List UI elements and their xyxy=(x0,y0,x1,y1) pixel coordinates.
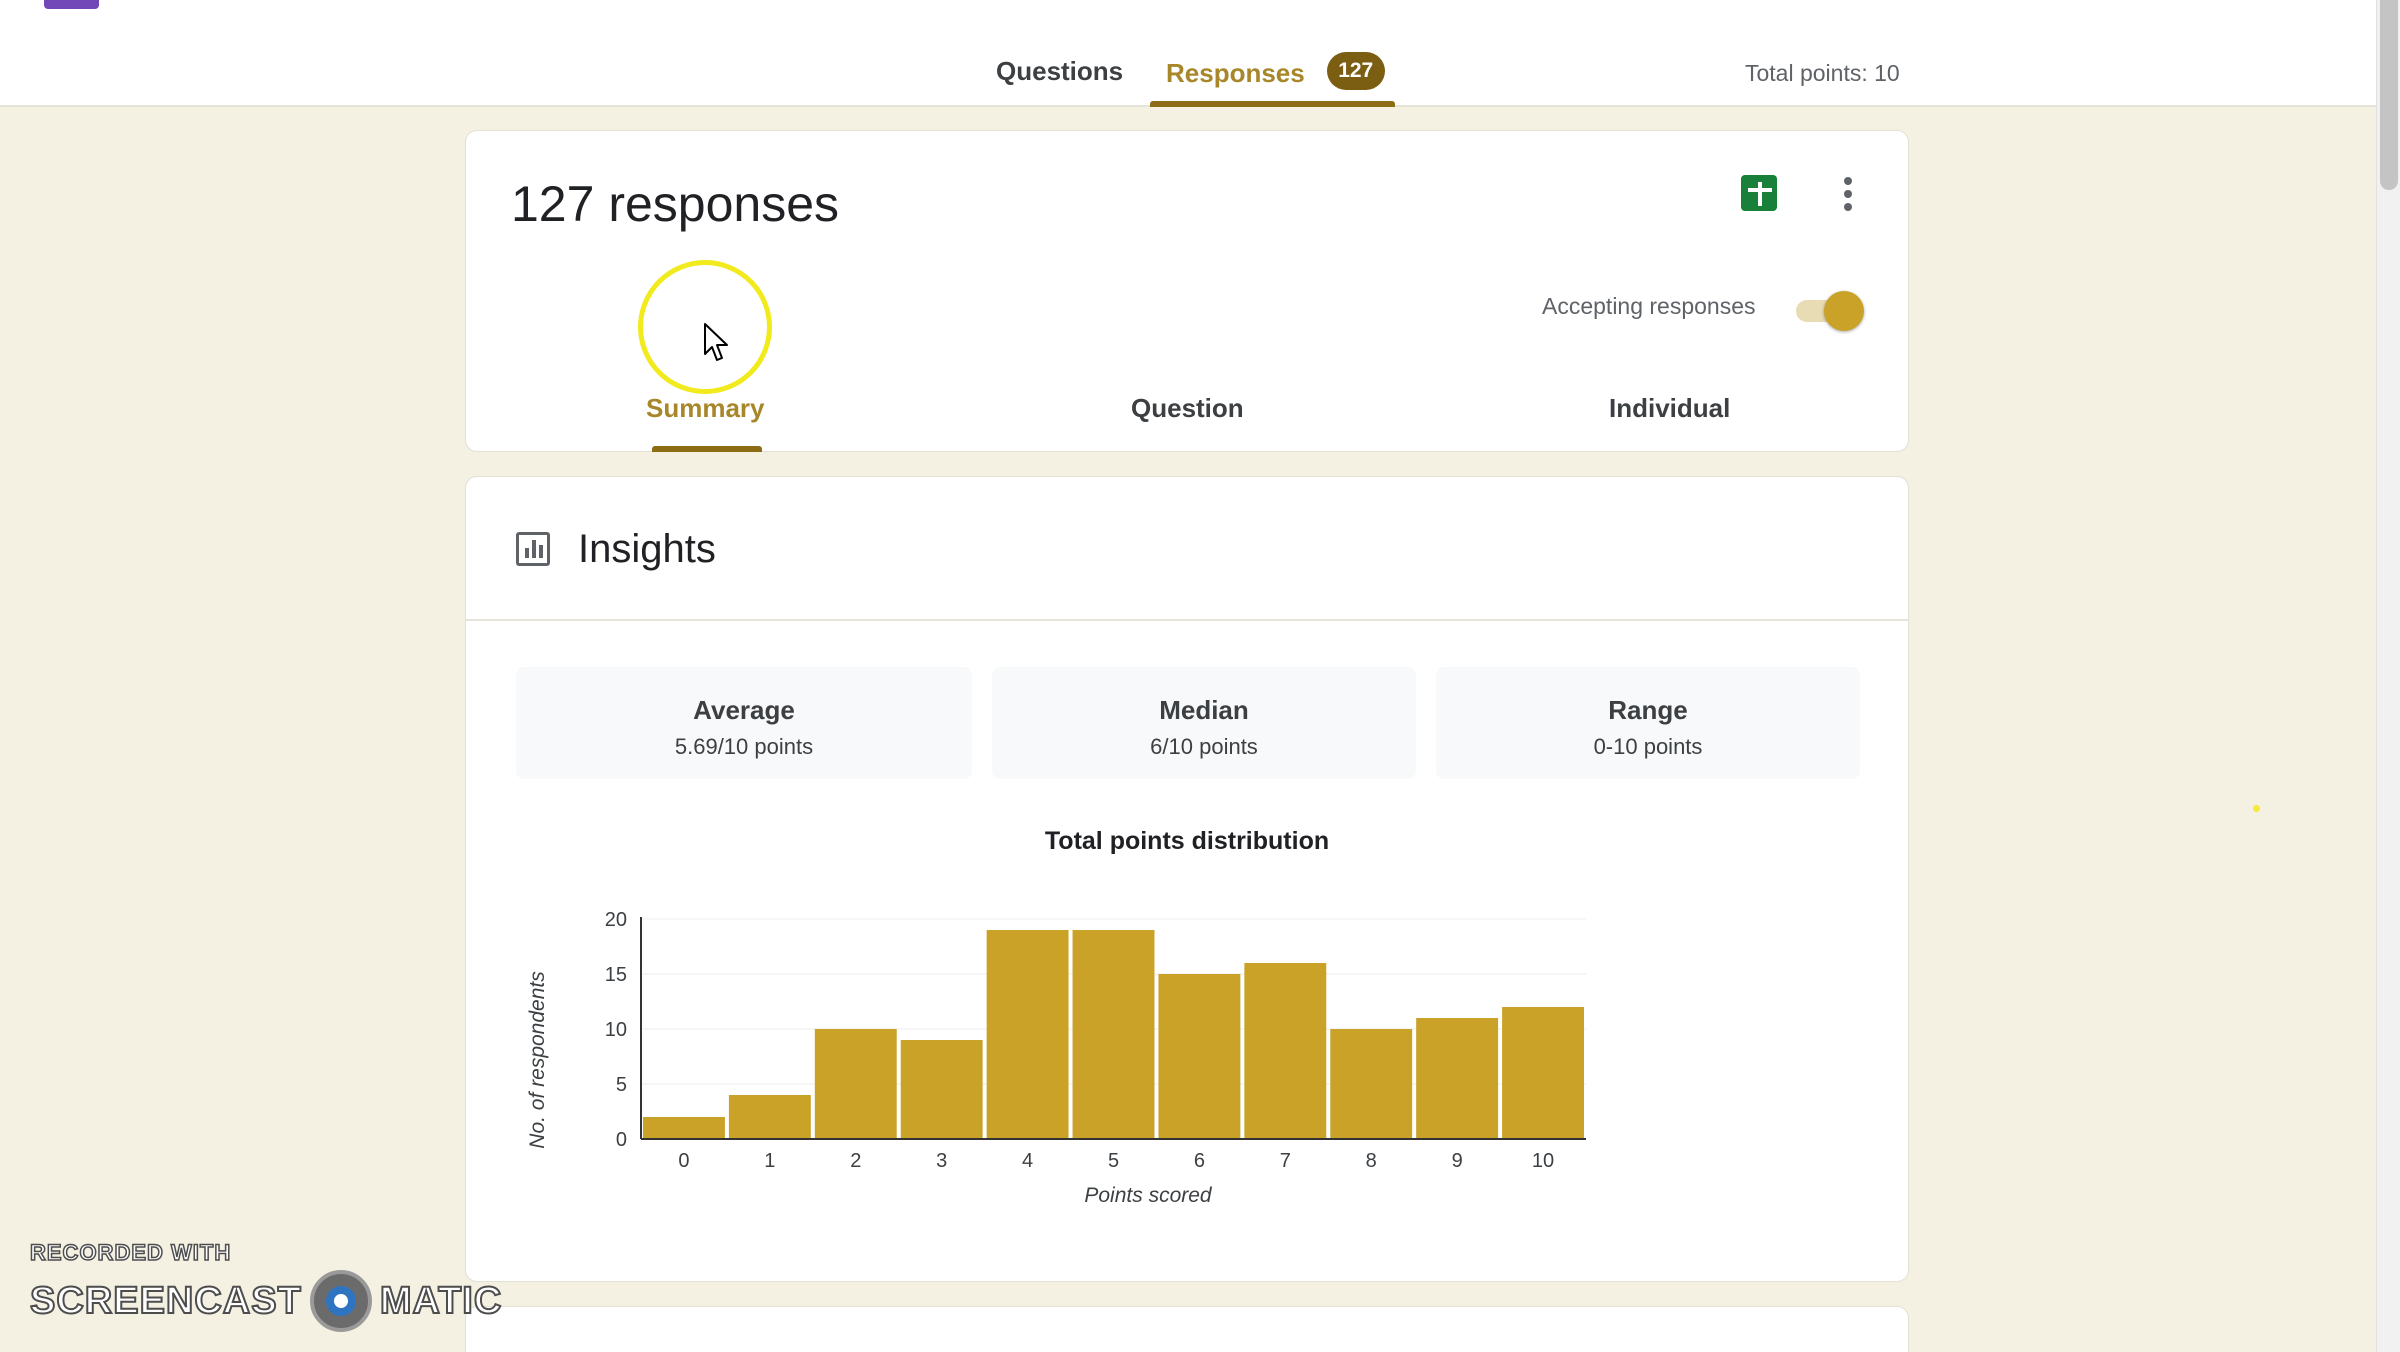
y-tick-label: 5 xyxy=(616,1074,627,1096)
x-tick-label: 4 xyxy=(1022,1150,1033,1172)
active-tab-indicator xyxy=(1150,101,1395,107)
active-subtab-indicator xyxy=(652,446,762,452)
stat-range-label: Range xyxy=(1608,695,1688,725)
stat-average-label: Average xyxy=(693,695,795,725)
form-logo-icon xyxy=(44,0,99,9)
subtab-summary[interactable]: Summary xyxy=(646,393,765,424)
toggle-thumb xyxy=(1824,291,1864,331)
page-scrollbar[interactable] xyxy=(2376,0,2400,1352)
y-tick-label: 0 xyxy=(616,1129,627,1151)
bar-0[interactable] xyxy=(643,1117,725,1139)
record-button-icon xyxy=(309,1270,372,1332)
watermark-logo: SCREENCAST MATIC xyxy=(29,1270,503,1332)
watermark-matic: MATIC xyxy=(379,1279,503,1323)
points-distribution-chart: 051015200 1 2 3 4 5 6 7 8 9 10 No. of respondents … xyxy=(526,909,1586,1207)
x-tick-label: 3 xyxy=(936,1150,947,1172)
insights-card: Insights Average 5.69/10 points Median 6… xyxy=(465,476,1909,1282)
chart-title: Total points distribution xyxy=(1044,827,1330,855)
bar-7[interactable] xyxy=(1244,963,1327,1139)
x-tick-label: 0 xyxy=(678,1150,689,1172)
bar-3[interactable] xyxy=(900,1040,983,1139)
x-tick-label: 5 xyxy=(1108,1150,1119,1172)
bar-9[interactable] xyxy=(1416,1018,1499,1139)
bar-1[interactable] xyxy=(728,1095,811,1139)
accepting-responses-label: Accepting responses xyxy=(1542,293,1756,319)
y-tick-label: 20 xyxy=(605,909,627,931)
bar-10[interactable] xyxy=(1502,1007,1584,1139)
accepting-responses-toggle[interactable] xyxy=(1796,291,1866,331)
stat-median-value: 6/10 points xyxy=(1150,734,1258,759)
bar-6[interactable] xyxy=(1158,974,1241,1139)
scrollbar-thumb[interactable] xyxy=(2380,0,2398,190)
mouse-pointer-icon xyxy=(704,323,728,361)
subtab-individual[interactable]: Individual xyxy=(1609,393,1730,424)
bar-chart-icon xyxy=(516,532,550,566)
subtab-question[interactable]: Question xyxy=(1131,393,1244,424)
next-question-card xyxy=(465,1306,1909,1352)
responses-count-title: 127 responses xyxy=(511,176,840,232)
x-tick-label: 7 xyxy=(1280,1150,1291,1172)
x-tick-label: 9 xyxy=(1452,1150,1463,1172)
watermark-screencast: SCREENCAST xyxy=(29,1279,302,1323)
bar-4[interactable] xyxy=(986,930,1069,1139)
tab-questions-label: Questions xyxy=(996,56,1124,86)
x-tick-label: 8 xyxy=(1366,1150,1377,1172)
insights-header: Insights xyxy=(466,477,1908,621)
y-axis-label: No. of respondents xyxy=(526,971,549,1149)
y-tick-label: 10 xyxy=(605,1019,627,1041)
watermark-recorded-with: RECORDED WITH xyxy=(29,1239,232,1266)
sheets-icon[interactable] xyxy=(1741,175,1777,211)
x-tick-label: 2 xyxy=(850,1150,861,1172)
cursor-trail-dot xyxy=(2253,805,2260,812)
tab-questions[interactable]: Questions xyxy=(996,56,1123,87)
stat-average-value: 5.69/10 points xyxy=(674,734,814,759)
tab-responses[interactable]: Responses 127 xyxy=(1166,52,1385,90)
responses-count-badge: 127 xyxy=(1326,52,1385,90)
x-axis-label: Points scored xyxy=(1084,1184,1213,1207)
stat-range-value: 0-10 points xyxy=(1593,734,1703,759)
screencast-watermark: RECORDED WITH SCREENCAST MATIC xyxy=(29,1239,503,1332)
more-options-icon[interactable] xyxy=(1836,173,1860,215)
x-tick-label: 6 xyxy=(1194,1150,1205,1172)
bar-2[interactable] xyxy=(814,1029,897,1139)
bar-5[interactable] xyxy=(1072,930,1155,1139)
total-points-label: Total points: 10 xyxy=(1745,60,1900,86)
stat-average: Average 5.69/10 points xyxy=(516,667,972,779)
x-tick-label: 10 xyxy=(1532,1150,1554,1172)
bar-8[interactable] xyxy=(1330,1029,1413,1139)
tab-responses-label: Responses xyxy=(1166,57,1305,88)
y-tick-label: 15 xyxy=(605,964,627,986)
insights-title: Insights xyxy=(578,527,716,571)
stat-range: Range 0-10 points xyxy=(1436,667,1860,779)
x-tick-label: 1 xyxy=(764,1150,775,1172)
stat-median: Median 6/10 points xyxy=(992,667,1416,779)
stat-median-label: Median xyxy=(1159,695,1249,725)
top-navigation-bar: Questions Responses 127 Total points: 10 xyxy=(0,0,2376,107)
